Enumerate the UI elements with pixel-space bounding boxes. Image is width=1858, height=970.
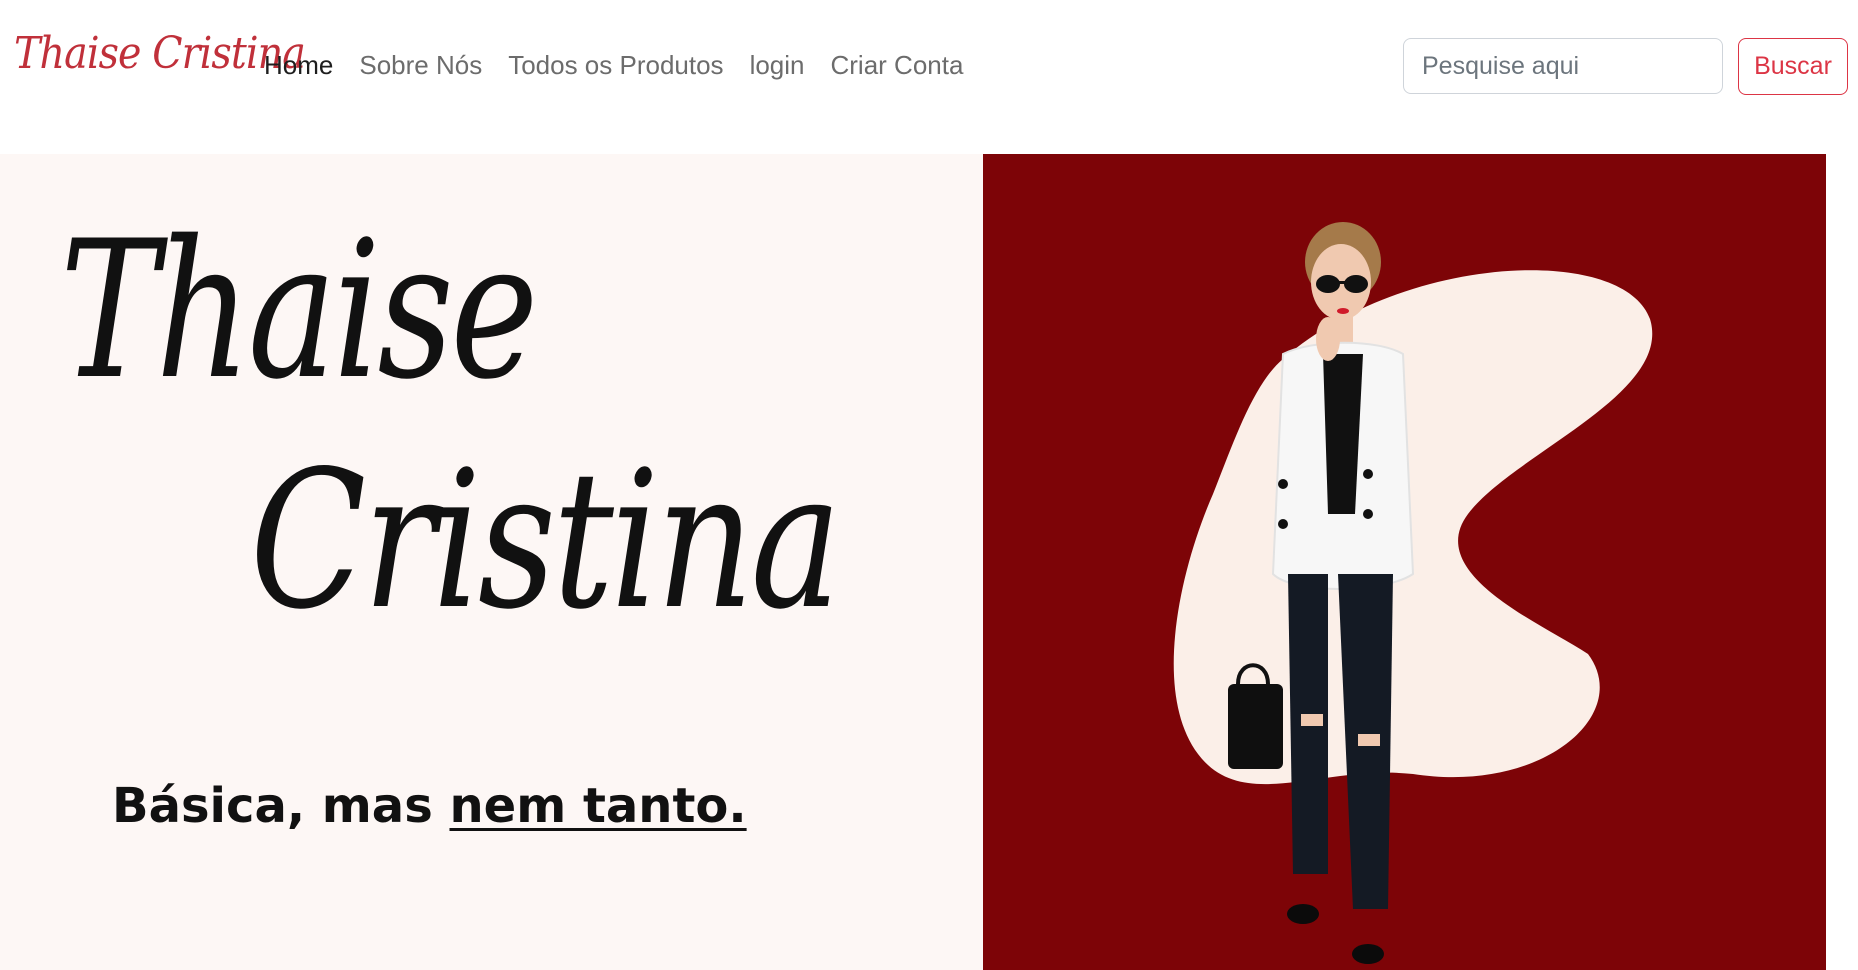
hero-script-first-name: Thaise <box>60 200 538 421</box>
brand-logo[interactable]: Thaise Cristina <box>14 28 306 79</box>
search-input[interactable] <box>1403 38 1723 94</box>
nav-link-todos-produtos[interactable]: Todos os Produtos <box>508 50 723 81</box>
nav-link-home[interactable]: Home <box>264 50 333 81</box>
model-photo-illustration <box>1173 222 1653 964</box>
navbar: Thaise Cristina Home Sobre Nós Todos os … <box>0 0 1858 152</box>
tagline-emphasis: nem tanto. <box>449 778 747 834</box>
search-button[interactable]: Buscar <box>1738 38 1848 95</box>
nav-link-sobre-nos[interactable]: Sobre Nós <box>359 50 482 81</box>
tagline-start: Básica, mas <box>112 778 450 834</box>
nav-link-login[interactable]: login <box>750 50 805 81</box>
hero-right-edge <box>1826 154 1858 970</box>
hero-right-panel <box>983 154 1826 970</box>
hero-tagline: Básica, mas nem tanto. <box>112 778 747 834</box>
hero-script-last-name: Cristina <box>250 430 841 651</box>
nav-links: Home Sobre Nós Todos os Produtos login C… <box>264 50 989 81</box>
nav-link-criar-conta[interactable]: Criar Conta <box>831 50 964 81</box>
